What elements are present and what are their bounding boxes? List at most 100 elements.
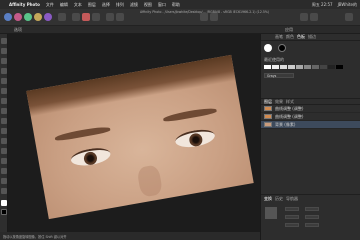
- refine-icon[interactable]: [116, 13, 124, 21]
- swatch[interactable]: [312, 65, 319, 69]
- left-iris: [82, 150, 98, 166]
- menu-item-view[interactable]: 视图: [144, 2, 152, 8]
- tone-map-persona-icon[interactable]: [34, 13, 42, 21]
- hand-tool-icon[interactable]: [1, 188, 7, 194]
- fill-tool-icon[interactable]: [1, 108, 7, 114]
- swatch[interactable]: [304, 65, 311, 69]
- clock: 周五 22:57: [311, 1, 333, 7]
- pen-tool-icon[interactable]: [1, 148, 7, 154]
- menu-item-file[interactable]: 文件: [46, 2, 54, 8]
- swatch[interactable]: [336, 65, 343, 69]
- secondary-color-icon[interactable]: [278, 44, 286, 52]
- selection-icon[interactable]: [106, 13, 114, 21]
- tab-stroke[interactable]: 描边: [308, 34, 316, 40]
- canvas[interactable]: [8, 34, 260, 232]
- zoom-tool-icon[interactable]: [1, 178, 7, 184]
- left-eyebrow: [54, 125, 111, 142]
- export-persona-icon[interactable]: [44, 13, 52, 21]
- swatch[interactable]: [280, 65, 287, 69]
- shape-tool-icon[interactable]: [1, 158, 7, 164]
- status-text: 拖动以按角度旋转图像，按住 Shift 键以对齐: [3, 234, 67, 239]
- menu-item-select[interactable]: 选择: [102, 2, 110, 8]
- left-eye: [69, 145, 112, 169]
- x-field[interactable]: [285, 207, 299, 211]
- layer-row[interactable]: 曲线调整 (调整): [261, 105, 360, 113]
- right-eye: [174, 127, 217, 150]
- layer-thumbnail: [264, 122, 272, 127]
- paint-brush-icon[interactable]: [1, 88, 7, 94]
- context-toolbar: 选项 应用: [0, 26, 360, 34]
- swatch[interactable]: [264, 65, 271, 69]
- rotate-field[interactable]: [285, 223, 299, 227]
- sync-icon[interactable]: [58, 13, 66, 21]
- layer-row[interactable]: 背景 (像素): [261, 121, 360, 129]
- layer-name: 曲线调整 (调整): [275, 105, 304, 111]
- tab-transform[interactable]: 变换: [264, 196, 272, 202]
- swatch[interactable]: [328, 65, 335, 69]
- tab-brushes[interactable]: 画笔: [275, 34, 283, 40]
- palette-selector[interactable]: Grays: [264, 73, 294, 78]
- marquee-tool-icon[interactable]: [1, 68, 7, 74]
- arrange-icon[interactable]: [210, 13, 218, 21]
- swatch[interactable]: [296, 65, 303, 69]
- h-field[interactable]: [305, 215, 319, 219]
- recent-swatches: [261, 63, 360, 71]
- photo-persona-icon[interactable]: [4, 13, 12, 21]
- flood-select-icon[interactable]: [1, 78, 7, 84]
- tab-effects[interactable]: 效果: [275, 99, 283, 105]
- brush-panel-tabs: 画笔 颜色 色板 描边: [261, 34, 360, 41]
- menu-item-arrange[interactable]: 排列: [116, 2, 124, 8]
- color-icon[interactable]: [82, 13, 90, 21]
- clone-tool-icon[interactable]: [1, 128, 7, 134]
- eraser-icon[interactable]: [1, 98, 7, 104]
- status-bar: 拖动以按角度旋转图像，按住 Shift 键以对齐: [0, 232, 260, 240]
- curves-icon[interactable]: [92, 13, 100, 21]
- tab-history[interactable]: 历史: [275, 196, 283, 202]
- tab-swatches[interactable]: 色板: [297, 34, 305, 40]
- more-icon[interactable]: [345, 13, 353, 21]
- y-field[interactable]: [285, 215, 299, 219]
- foreground-color-icon[interactable]: [1, 200, 7, 206]
- app-menu[interactable]: Affinity Photo: [9, 2, 40, 7]
- tab-color[interactable]: 颜色: [286, 34, 294, 40]
- tools-panel: [0, 34, 8, 234]
- tab-navigator[interactable]: 导航器: [286, 196, 298, 202]
- crop-tool-icon[interactable]: [1, 48, 7, 54]
- portrait-photo[interactable]: [26, 54, 254, 220]
- swatch[interactable]: [320, 65, 327, 69]
- color-row: [261, 41, 360, 55]
- background-color-icon[interactable]: [1, 209, 7, 215]
- quick-mask-icon[interactable]: [300, 13, 308, 21]
- snapping-icon[interactable]: [200, 13, 208, 21]
- shear-field[interactable]: [305, 223, 319, 227]
- hair-region: [26, 54, 236, 117]
- anchor-selector-icon[interactable]: [265, 207, 277, 219]
- menu-item-layer[interactable]: 图层: [88, 2, 96, 8]
- dodge-tool-icon[interactable]: [1, 118, 7, 124]
- tab-layers[interactable]: 图层: [264, 99, 272, 105]
- levels-icon[interactable]: [72, 13, 80, 21]
- swatch[interactable]: [272, 65, 279, 69]
- primary-color-icon[interactable]: [264, 44, 272, 52]
- selection-brush-icon[interactable]: [1, 58, 7, 64]
- menu-item-window[interactable]: 窗口: [158, 2, 166, 8]
- layer-row[interactable]: 曲线调整 (调整): [261, 113, 360, 121]
- apply-button[interactable]: 应用: [285, 27, 293, 33]
- menu-item-filters[interactable]: 滤镜: [130, 2, 138, 8]
- assistant-icon[interactable]: [310, 13, 318, 21]
- menu-item-help[interactable]: 帮助: [172, 2, 180, 8]
- develop-persona-icon[interactable]: [24, 13, 32, 21]
- text-tool-icon[interactable]: [1, 168, 7, 174]
- w-field[interactable]: [305, 207, 319, 211]
- right-panel: 画笔 颜色 色板 描边 最近使用的 Grays 图层 效果 样式 曲线调整 (调…: [260, 34, 360, 240]
- context-label: 选项: [14, 26, 22, 32]
- tab-styles[interactable]: 样式: [286, 99, 294, 105]
- user-name[interactable]: JBWhite的: [338, 2, 357, 8]
- liquify-persona-icon[interactable]: [14, 13, 22, 21]
- move-tool-icon[interactable]: [1, 38, 7, 44]
- menu-item-text[interactable]: 文本: [74, 2, 82, 8]
- right-eyebrow: [162, 106, 218, 123]
- blemish-tool-icon[interactable]: [1, 138, 7, 144]
- menu-item-edit[interactable]: 编辑: [60, 2, 68, 8]
- swatch[interactable]: [288, 65, 295, 69]
